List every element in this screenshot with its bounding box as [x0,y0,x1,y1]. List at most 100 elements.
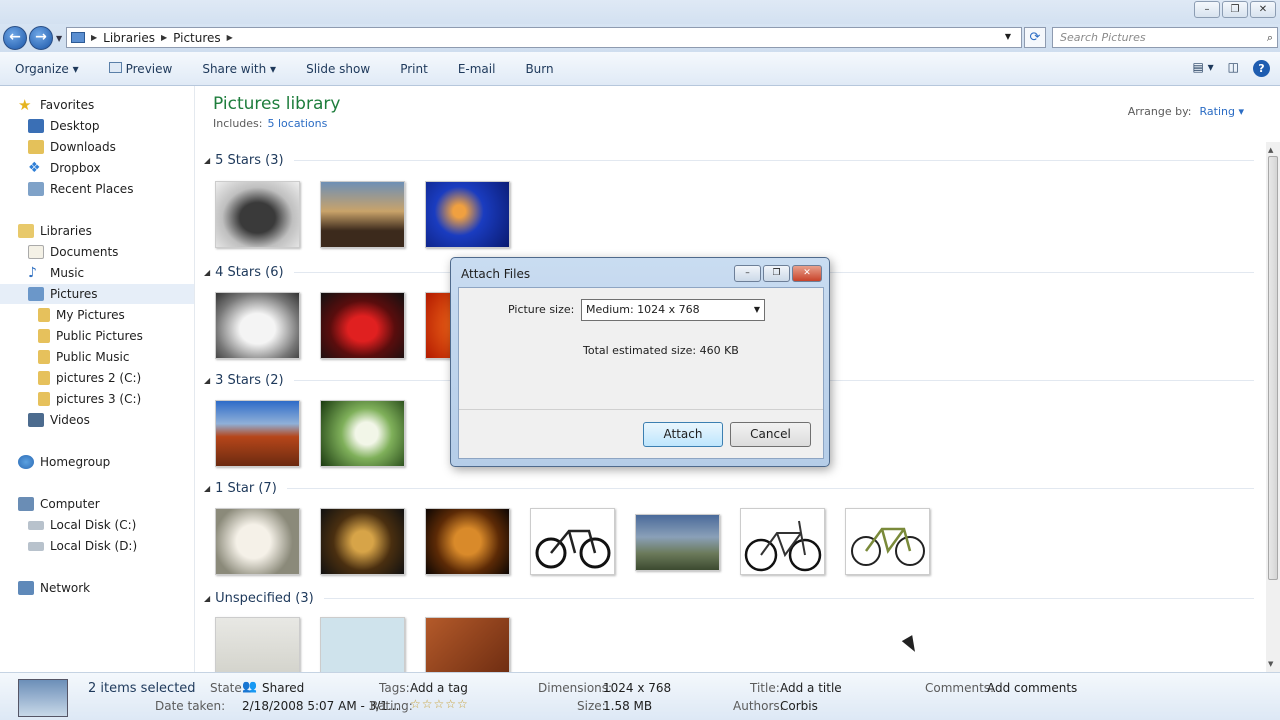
thumbnail-album-3[interactable] [425,617,510,672]
chevron-down-icon[interactable]: ▼ [754,300,760,320]
title-value[interactable]: Add a title [780,681,842,695]
dropbox-icon: ❖ [28,160,41,176]
vertical-scrollbar[interactable]: ▲ ▼ [1266,142,1280,672]
nav-homegroup[interactable]: Homegroup [18,452,110,472]
picture-size-select[interactable]: Medium: 1024 x 768 ▼ [581,299,765,321]
address-bar[interactable]: ▶ Libraries ▶ Pictures ▶ ▼ [66,27,1022,48]
nav-favorites[interactable]: ★ Favorites [18,95,94,115]
thumbnail-album-richard-stoltzman[interactable] [215,617,300,672]
window-controls: – ❐ ✕ [1194,1,1276,18]
preview-pane-icon[interactable]: ◫ [1228,60,1239,77]
dialog-maximize-button[interactable]: ❐ [763,265,790,282]
thumbnail-hydrangea[interactable] [320,400,405,467]
back-button[interactable]: ← [3,26,27,50]
thumbnail-polar-bear[interactable] [215,508,300,575]
nav-network[interactable]: Network [18,578,90,598]
thumbnail-lighthouse[interactable] [320,181,405,248]
nav-public-music[interactable]: Public Music [38,347,129,367]
forward-button[interactable]: → [29,26,53,50]
collapse-icon[interactable]: ◢ [204,594,210,603]
dialog-close-button[interactable]: ✕ [792,265,822,282]
authors-value[interactable]: Corbis [780,699,818,713]
nav-dropbox[interactable]: ❖ Dropbox [28,158,101,178]
thumbnail-desert[interactable] [215,400,300,467]
print-button[interactable]: Print [385,62,443,76]
group-header[interactable]: ◢ Unspecified (3) [204,588,1254,608]
group-header[interactable]: ◢ 1 Star (7) [204,478,1254,498]
navigation-pane: ★ Favorites Desktop Downloads ❖ Dropbox Re… [0,86,195,672]
burn-button[interactable]: Burn [510,62,568,76]
collapse-icon[interactable]: ◢ [204,376,210,385]
thumbnail-bike-2[interactable] [740,508,825,575]
locations-link[interactable]: 5 locations [267,117,327,130]
thumbnail-bike-1[interactable] [530,508,615,575]
includes-label: Includes: [213,117,263,130]
nav-label: My Pictures [56,308,125,322]
cancel-button[interactable]: Cancel [730,422,811,447]
slide-show-button[interactable]: Slide show [291,62,385,76]
thumbnail-jellyfish[interactable] [425,181,510,248]
group-title: Unspecified (3) [215,590,314,606]
help-icon[interactable]: ? [1253,60,1270,77]
breadcrumb-libraries[interactable]: Libraries [103,31,155,45]
preview-button[interactable]: Preview [94,61,188,76]
dialog-minimize-button[interactable]: – [734,265,761,282]
thumbnail-red-car[interactable] [320,292,405,359]
attach-button[interactable]: Attach [643,422,723,447]
nav-documents[interactable]: Documents [28,242,118,262]
chevron-right-icon[interactable]: ▶ [161,33,167,42]
collapse-icon[interactable]: ◢ [204,268,210,277]
organize-button[interactable]: Organize ▾ [0,62,94,76]
breadcrumb-pictures[interactable]: Pictures [173,31,221,45]
tags-value[interactable]: Add a tag [410,681,468,695]
thumbnail-car[interactable] [215,181,300,248]
thumbnail-blue-car[interactable] [635,514,720,571]
scroll-up-icon[interactable]: ▲ [1268,146,1273,154]
thumbnail-lion[interactable] [425,508,510,575]
share-with-button[interactable]: Share with ▾ [187,62,291,76]
nav-local-disk-d[interactable]: Local Disk (D:) [28,536,137,556]
address-dropdown-icon[interactable]: ▼ [1005,32,1011,41]
nav-pictures[interactable]: Pictures [0,284,194,304]
nav-public-pictures[interactable]: Public Pictures [38,326,143,346]
collapse-icon[interactable]: ◢ [204,156,210,165]
search-icon[interactable]: ⌕ [1267,28,1273,47]
nav-pictures-3[interactable]: pictures 3 (C:) [38,389,141,409]
collapse-icon[interactable]: ◢ [204,484,210,493]
attach-files-dialog: Attach Files – ❐ ✕ Picture size: Medium:… [450,257,830,467]
scrollbar-thumb[interactable] [1268,156,1278,580]
group-header[interactable]: ◢ 5 Stars (3) [204,150,1254,170]
nav-libraries[interactable]: Libraries [18,221,92,241]
recent-pages-dropdown-icon[interactable]: ▼ [56,34,62,43]
scroll-down-icon[interactable]: ▼ [1268,660,1273,668]
close-button[interactable]: ✕ [1250,1,1276,18]
thumbnail-album-mr-scruff[interactable] [320,617,405,672]
nav-music[interactable]: ♪ Music [28,263,84,283]
nav-computer[interactable]: Computer [18,494,100,514]
nav-desktop[interactable]: Desktop [28,116,100,136]
thumbnail-white-car[interactable] [215,292,300,359]
search-input[interactable]: Search Pictures ⌕ [1052,27,1278,48]
title-bar: – ❐ ✕ [0,0,1280,24]
group-title: 1 Star (7) [215,480,277,496]
email-button[interactable]: E-mail [443,62,511,76]
chevron-right-icon[interactable]: ▶ [91,33,97,42]
thumbnail-bike-3[interactable] [845,508,930,575]
nav-recent-places[interactable]: Recent Places [28,179,133,199]
rating-stars[interactable]: ☆☆☆☆☆ [410,697,469,711]
comments-value[interactable]: Add comments [987,681,1077,695]
nav-downloads[interactable]: Downloads [28,137,116,157]
chevron-right-icon[interactable]: ▶ [227,33,233,42]
dialog-window-controls: – ❐ ✕ [734,265,822,282]
arrange-label: Arrange by: [1127,105,1192,118]
refresh-button[interactable]: ⟳ [1024,27,1046,48]
maximize-button[interactable]: ❐ [1222,1,1248,18]
thumbnail-leopard[interactable] [320,508,405,575]
change-view-icon[interactable]: ▤ ▾ [1192,60,1213,77]
nav-local-disk-c[interactable]: Local Disk (C:) [28,515,136,535]
minimize-button[interactable]: – [1194,1,1220,18]
nav-videos[interactable]: Videos [28,410,90,430]
nav-my-pictures[interactable]: My Pictures [38,305,125,325]
arrange-dropdown[interactable]: Rating ▾ [1200,105,1244,118]
nav-pictures-2[interactable]: pictures 2 (C:) [38,368,141,388]
